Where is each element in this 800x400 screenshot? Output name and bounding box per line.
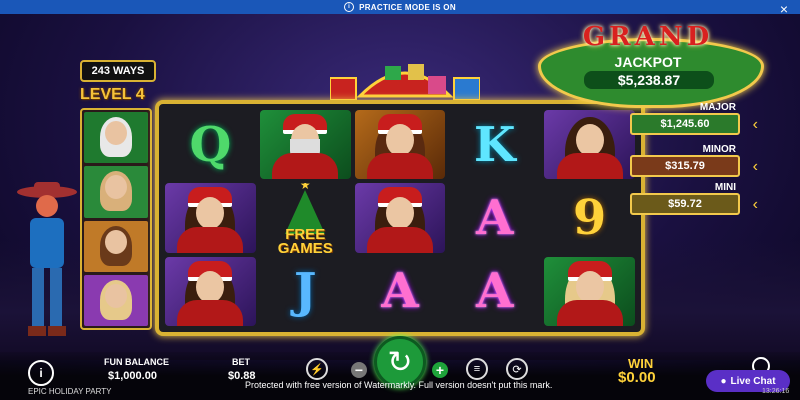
symbol-woman-purple bbox=[354, 183, 446, 253]
live-chat-label: Live Chat bbox=[730, 375, 776, 387]
chat-icon: ● bbox=[720, 375, 727, 387]
symbol-a: A bbox=[476, 189, 514, 246]
character-woman-glasses bbox=[84, 166, 148, 218]
fun-balance-label: FUN BALANCE bbox=[104, 357, 169, 367]
symbol-a: A bbox=[381, 263, 419, 320]
character-santa bbox=[84, 112, 148, 164]
symbol-j: J bbox=[293, 263, 317, 320]
character-column bbox=[80, 108, 152, 330]
mini-value: $59.72 bbox=[630, 193, 740, 215]
symbol-free-games: ★ FREE GAMES bbox=[260, 183, 351, 252]
sleigh-gifts-decoration bbox=[330, 64, 480, 101]
game-name: EPIC HOLIDAY PARTY bbox=[28, 387, 112, 396]
fun-balance-value: $1,000.00 bbox=[108, 370, 157, 382]
bet-increase-button[interactable]: + bbox=[432, 362, 448, 378]
grand-jackpot: GRAND JACKPOT $5,238.87 bbox=[538, 22, 764, 108]
major-value: $1,245.60 bbox=[630, 113, 740, 135]
clock: 13:26:16 bbox=[762, 388, 790, 395]
symbol-woman-red bbox=[354, 110, 446, 180]
reels-grid: Q K ★ FREE GAMES A 9 J A A bbox=[165, 110, 635, 326]
watermark-text: Protected with free version of Watermark… bbox=[245, 380, 553, 390]
turbo-lightning-icon[interactable]: ⚡ bbox=[306, 358, 328, 380]
character-woman-blonde bbox=[84, 274, 148, 326]
autoplay-icon[interactable]: ⟳ bbox=[506, 358, 528, 380]
character-woman-red bbox=[84, 220, 148, 272]
minor-jackpot: MINOR $315.79 ‹ bbox=[630, 144, 758, 177]
star-icon: ★ bbox=[299, 183, 311, 192]
bet-label: BET bbox=[232, 357, 250, 367]
symbol-santa bbox=[259, 110, 351, 180]
grand-value: $5,238.87 bbox=[584, 71, 714, 89]
chevron-left-icon: ‹ bbox=[752, 158, 758, 175]
symbol-9: 9 bbox=[572, 189, 607, 246]
win-value: $0.00 bbox=[618, 369, 656, 386]
coins-stack-icon[interactable]: ≡ bbox=[466, 358, 488, 380]
ways-badge: 243 WAYS bbox=[80, 60, 156, 82]
symbol-woman-green bbox=[544, 256, 635, 326]
minor-value: $315.79 bbox=[630, 155, 740, 177]
mini-jackpot: MINI $59.72 ‹ bbox=[630, 182, 758, 215]
info-button[interactable]: i bbox=[28, 360, 54, 386]
cowboy-character bbox=[17, 182, 77, 336]
symbol-woman-purple bbox=[544, 110, 635, 180]
major-label: MAJOR bbox=[699, 102, 736, 113]
practice-mode-text: PRACTICE MODE IS ON bbox=[359, 2, 456, 12]
mini-label: MINI bbox=[714, 182, 736, 193]
close-icon[interactable]: × bbox=[780, 2, 788, 16]
major-jackpot: MAJOR $1,245.60 ‹ bbox=[630, 102, 758, 135]
info-icon: i bbox=[344, 2, 355, 12]
symbol-k: K bbox=[473, 116, 516, 173]
symbol-a: A bbox=[476, 263, 514, 320]
chevron-left-icon: ‹ bbox=[752, 196, 758, 213]
grand-title: GRAND bbox=[582, 22, 714, 52]
level-indicator: LEVEL 4 bbox=[80, 86, 145, 103]
free-games-label: FREE GAMES bbox=[277, 226, 333, 253]
practice-mode-banner: i PRACTICE MODE IS ON bbox=[0, 0, 800, 14]
symbol-q: Q bbox=[189, 116, 232, 173]
bet-decrease-button[interactable]: − bbox=[351, 362, 367, 378]
chevron-left-icon: ‹ bbox=[752, 116, 758, 133]
minor-label: MINOR bbox=[702, 144, 736, 155]
grand-subtitle: JACKPOT bbox=[614, 54, 682, 70]
reels-frame: Q K ★ FREE GAMES A 9 J A A bbox=[155, 100, 645, 336]
symbol-woman-purple bbox=[165, 183, 256, 253]
symbol-woman-purple bbox=[165, 256, 256, 326]
